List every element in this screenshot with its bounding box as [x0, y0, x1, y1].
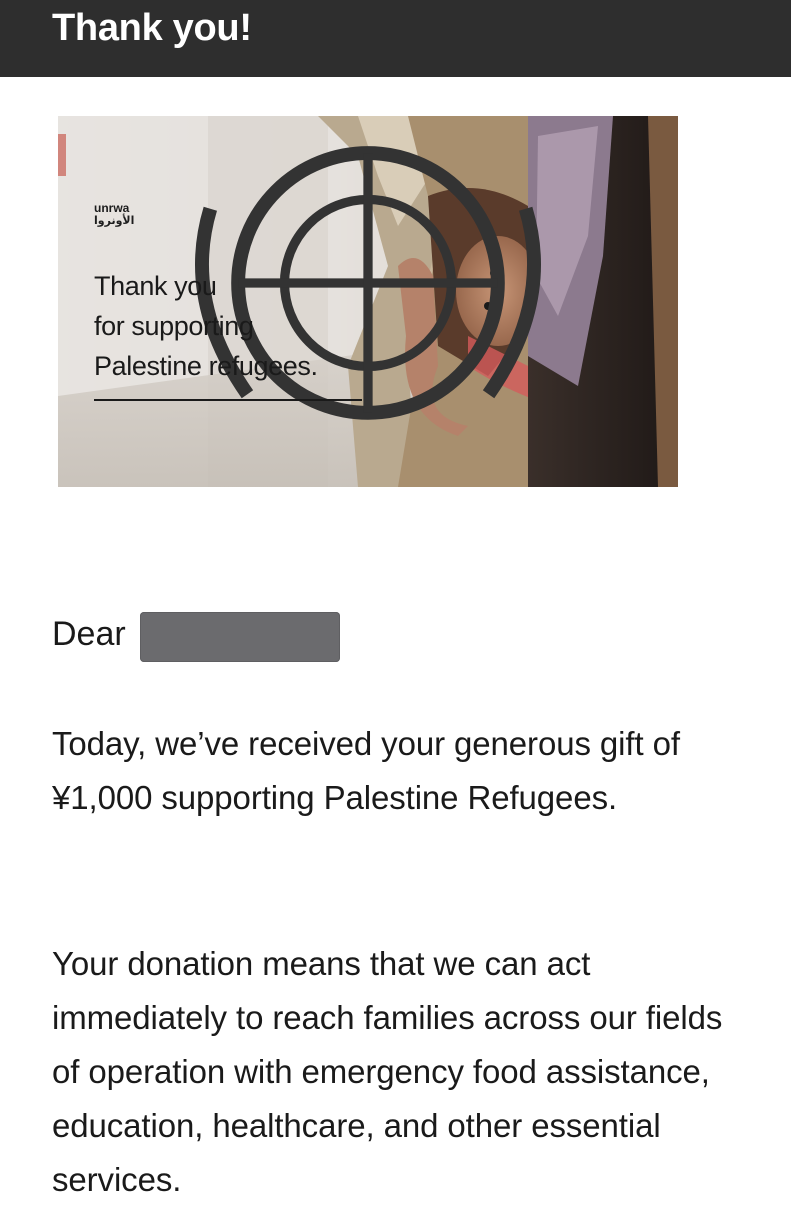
banner-message: Thank you for supporting Palestine refug…: [94, 266, 394, 386]
redacted-name: [140, 612, 340, 662]
greeting-text: Dear: [52, 615, 126, 653]
unrwa-wordmark-arabic: الأونروا: [94, 215, 135, 227]
unrwa-wordmark: unrwa: [94, 201, 130, 215]
letter-paragraph-2: Your donation means that we can act imme…: [52, 945, 723, 1198]
banner-message-line2: for supporting: [94, 311, 254, 341]
letter-paragraph-1: Today, we’ve received your generous gift…: [52, 725, 680, 816]
banner-message-line3: Palestine refugees.: [94, 351, 318, 381]
page-title: Thank you!: [52, 7, 252, 49]
thank-you-banner-image: unrwa الأونروا Thank you for supporting …: [58, 116, 678, 487]
banner-message-line1: Thank you: [94, 271, 217, 301]
app-header: Thank you!: [0, 0, 791, 77]
banner-divider: [94, 399, 362, 401]
